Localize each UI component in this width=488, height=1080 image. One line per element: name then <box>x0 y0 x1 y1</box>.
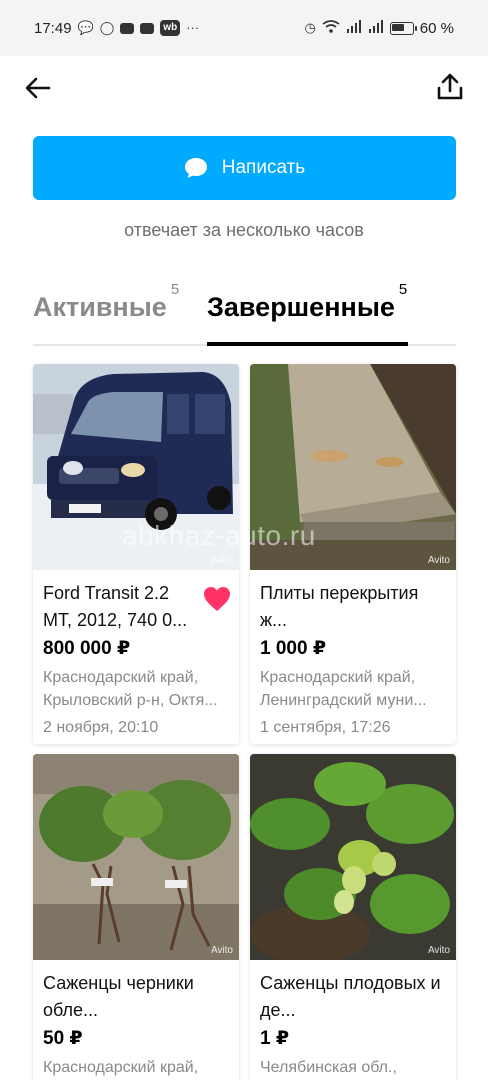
listing-price: 1 000 ₽ <box>260 638 327 659</box>
listing-location-line: Краснодарский край, <box>260 669 416 686</box>
listing-location-line: Краснодарский край, <box>43 669 199 686</box>
youtube-icon <box>120 22 135 34</box>
listing-price: 1 ₽ <box>260 1028 290 1049</box>
listing-title[interactable]: Саженцы плодовых и де... <box>260 970 446 1024</box>
listing-card[interactable]: Avito Ford Transit 2.2 MT, 2012, 740 0..… <box>33 364 239 744</box>
signal-icon-2 <box>368 20 384 36</box>
share-button[interactable] <box>434 70 466 104</box>
wifi-icon <box>322 20 340 36</box>
tab-completed-label: Завершенные <box>207 292 395 322</box>
signal-icon <box>346 20 362 36</box>
listing-location-line: Краснодарский край, <box>43 1059 199 1076</box>
avito-watermark: Avito <box>427 945 450 956</box>
avito-watermark: Avito <box>427 555 450 566</box>
reply-time-note: отвечает за несколько часов <box>124 220 364 240</box>
listing-title[interactable]: Саженцы черники обле... <box>43 970 229 1024</box>
more-notifications-icon: ··· <box>186 20 200 35</box>
listing-price: 800 000 ₽ <box>43 638 131 659</box>
tab-active[interactable]: Активные5 <box>33 281 179 323</box>
listing-card[interactable]: Avito Саженцы плодовых и де... 1 ₽ Челяб… <box>250 754 456 1080</box>
write-message-button[interactable]: Написать <box>33 136 456 200</box>
youtube-icon-2 <box>140 22 155 34</box>
write-button-label: Написать <box>221 157 306 178</box>
listing-title[interactable]: Ford Transit 2.2 MT, 2012, 740 0... <box>43 580 193 634</box>
arrow-left-icon <box>25 77 51 99</box>
tab-active-count: 5 <box>170 281 180 298</box>
listing-location-line: Челябинская обл., <box>260 1059 397 1076</box>
listing-date: 2 ноября, 20:10 <box>43 719 159 736</box>
status-bar: 17:49 💬 ◯ wb ··· ◷ 60 % <box>0 0 488 56</box>
listing-title[interactable]: Плиты перекрытия ж... <box>260 580 446 634</box>
status-time: 17:49 <box>34 19 72 37</box>
tab-completed-count: 5 <box>398 281 408 298</box>
listing-card-body: Саженцы черники обле... 50 ₽ Краснодарск… <box>33 960 239 1080</box>
back-button[interactable] <box>22 72 54 104</box>
top-bar <box>0 56 488 120</box>
wb-icon: wb <box>160 20 181 36</box>
site-watermark: abkhaz-auto.ru <box>122 520 316 551</box>
battery-percent: 60 % <box>419 19 454 37</box>
status-left: 17:49 💬 ◯ wb ··· <box>34 20 199 37</box>
status-right: ◷ 60 % <box>304 20 454 37</box>
listing-card[interactable]: Avito Саженцы черники обле... 50 ₽ Красн… <box>33 754 239 1080</box>
tab-active-label: Активные <box>33 292 167 322</box>
ring-notification-icon: ◯ <box>99 20 115 35</box>
data-saver-icon: ◷ <box>304 20 316 35</box>
favorite-heart-icon[interactable] <box>203 586 231 612</box>
share-icon <box>437 73 463 100</box>
listing-photo-blueberry[interactable]: Avito <box>33 754 239 960</box>
listing-tabs: Активные5 Завершенные5 <box>33 281 456 346</box>
avito-watermark: Avito <box>210 945 233 956</box>
chat-notification-icon: 💬 <box>77 20 94 35</box>
listing-photo-plant[interactable]: Avito <box>250 754 456 960</box>
tab-underline <box>207 342 408 346</box>
listing-date: 1 сентября, 17:26 <box>260 719 391 736</box>
listing-card-body: Плиты перекрытия ж... 1 000 ₽ Краснодарс… <box>250 570 456 744</box>
listing-price: 50 ₽ <box>43 1028 83 1049</box>
listing-card[interactable]: Avito Плиты перекрытия ж... 1 000 ₽ Крас… <box>250 364 456 744</box>
listing-card-body: Ford Transit 2.2 MT, 2012, 740 0... 800 … <box>33 570 239 744</box>
chat-bubble-icon <box>184 157 208 179</box>
avito-watermark: Avito <box>210 555 233 566</box>
listing-location-line: Крыловский р-н, Октя... <box>43 692 218 709</box>
tab-completed[interactable]: Завершенные5 <box>207 281 407 323</box>
listing-card-body: Саженцы плодовых и де... 1 ₽ Челябинская… <box>250 960 456 1080</box>
listing-location-line: Ленинградский муни... <box>260 692 427 709</box>
battery-icon <box>389 21 417 35</box>
